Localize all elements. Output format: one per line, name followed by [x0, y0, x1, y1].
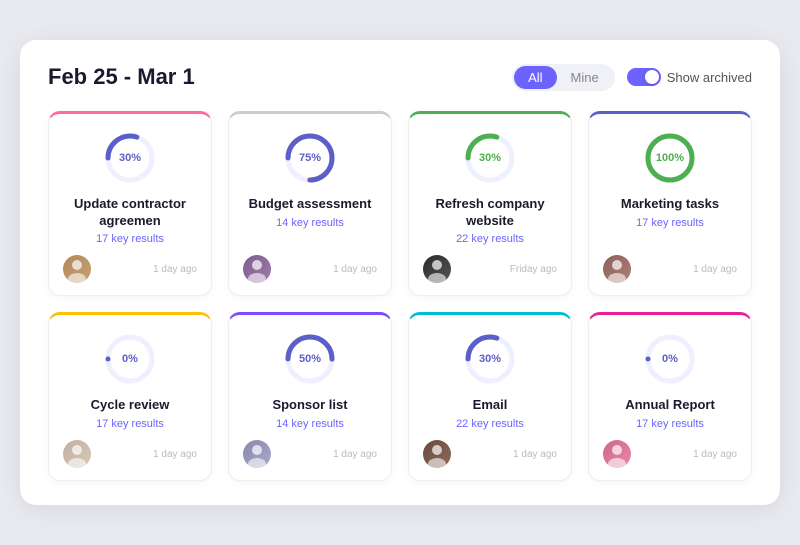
card-time: 1 day ago — [333, 264, 377, 275]
card-time: 1 day ago — [693, 264, 737, 275]
main-container: Feb 25 - Mar 1 All Mine Show archived 30… — [20, 40, 780, 506]
progress-ring: 30% — [102, 130, 158, 186]
card-footer: Friday ago — [423, 255, 557, 283]
filter-all-button[interactable]: All — [514, 66, 556, 89]
card-title: Update contractor agreemen — [63, 196, 197, 230]
filter-mine-button[interactable]: Mine — [557, 66, 613, 89]
card-title: Email — [473, 397, 508, 414]
progress-text: 100% — [656, 152, 684, 164]
progress-text: 30% — [479, 353, 501, 365]
avatar — [603, 255, 631, 283]
progress-text: 75% — [299, 152, 321, 164]
avatar — [603, 440, 631, 468]
card-title: Refresh company website — [423, 196, 557, 230]
progress-ring: 30% — [462, 331, 518, 387]
progress-ring: 30% — [462, 130, 518, 186]
show-archived-control[interactable]: Show archived — [627, 68, 752, 86]
task-card[interactable]: 50% Sponsor list 14 key results 1 day ag… — [228, 312, 392, 481]
card-subtitle: 14 key results — [276, 217, 344, 229]
cards-grid: 30% Update contractor agreemen 17 key re… — [48, 111, 752, 482]
card-time: 1 day ago — [513, 449, 557, 460]
card-time: 1 day ago — [153, 264, 197, 275]
card-subtitle: 17 key results — [636, 217, 704, 229]
card-time: 1 day ago — [153, 449, 197, 460]
avatar — [243, 440, 271, 468]
progress-ring: 100% — [642, 130, 698, 186]
card-title: Marketing tasks — [621, 196, 719, 213]
card-footer: 1 day ago — [243, 440, 377, 468]
card-title: Annual Report — [625, 397, 715, 414]
task-card[interactable]: 0% Cycle review 17 key results 1 day ago — [48, 312, 212, 481]
card-subtitle: 17 key results — [636, 418, 704, 430]
avatar — [423, 440, 451, 468]
card-title: Budget assessment — [249, 196, 372, 213]
progress-ring: 0% — [102, 331, 158, 387]
task-card[interactable]: 30% Refresh company website 22 key resul… — [408, 111, 572, 297]
filter-group: All Mine — [512, 64, 615, 91]
card-subtitle: 14 key results — [276, 418, 344, 430]
archived-toggle[interactable] — [627, 68, 661, 86]
card-footer: 1 day ago — [63, 440, 197, 468]
progress-text: 50% — [299, 353, 321, 365]
task-card[interactable]: 75% Budget assessment 14 key results 1 d… — [228, 111, 392, 297]
show-archived-label: Show archived — [667, 70, 752, 85]
page-title: Feb 25 - Mar 1 — [48, 64, 195, 90]
card-time: Friday ago — [510, 264, 557, 275]
card-footer: 1 day ago — [63, 255, 197, 283]
card-subtitle: 17 key results — [96, 418, 164, 430]
toggle-knob — [645, 70, 659, 84]
avatar — [63, 255, 91, 283]
avatar — [423, 255, 451, 283]
progress-ring: 0% — [642, 331, 698, 387]
card-footer: 1 day ago — [603, 440, 737, 468]
card-subtitle: 17 key results — [96, 233, 164, 245]
header: Feb 25 - Mar 1 All Mine Show archived — [48, 64, 752, 91]
task-card[interactable]: 100% Marketing tasks 17 key results 1 da… — [588, 111, 752, 297]
card-footer: 1 day ago — [603, 255, 737, 283]
avatar — [243, 255, 271, 283]
card-time: 1 day ago — [693, 449, 737, 460]
header-controls: All Mine Show archived — [512, 64, 752, 91]
progress-ring: 50% — [282, 331, 338, 387]
avatar — [63, 440, 91, 468]
card-title: Sponsor list — [272, 397, 347, 414]
progress-text: 30% — [479, 152, 501, 164]
card-time: 1 day ago — [333, 449, 377, 460]
card-subtitle: 22 key results — [456, 418, 524, 430]
task-card[interactable]: 30% Email 22 key results 1 day ago — [408, 312, 572, 481]
progress-ring: 75% — [282, 130, 338, 186]
progress-text: 0% — [122, 353, 138, 365]
card-footer: 1 day ago — [423, 440, 557, 468]
task-card[interactable]: 0% Annual Report 17 key results 1 day ag… — [588, 312, 752, 481]
card-title: Cycle review — [91, 397, 170, 414]
card-subtitle: 22 key results — [456, 233, 524, 245]
task-card[interactable]: 30% Update contractor agreemen 17 key re… — [48, 111, 212, 297]
progress-text: 30% — [119, 152, 141, 164]
progress-text: 0% — [662, 353, 678, 365]
card-footer: 1 day ago — [243, 255, 377, 283]
